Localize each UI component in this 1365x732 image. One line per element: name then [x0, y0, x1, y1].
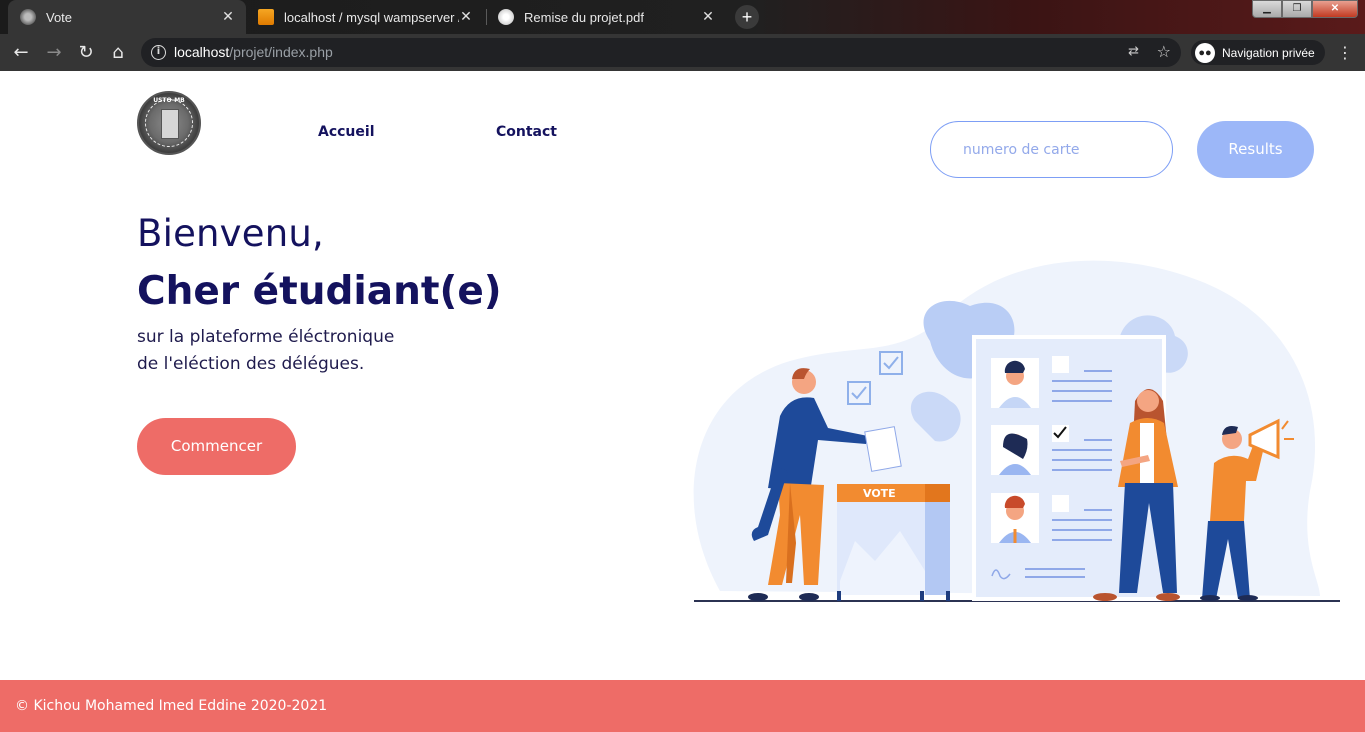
university-logo[interactable]: USTO-MB: [137, 91, 201, 155]
hero-line-1: sur la plateforme éléctronique: [137, 327, 395, 347]
incognito-icon: ●●: [1195, 42, 1215, 63]
tab-phpmyadmin[interactable]: localhost / mysql wampserver / in ✕: [246, 0, 484, 34]
url-text[interactable]: localhost/projet/index.php: [174, 44, 333, 60]
url-path: /projet/index.php: [229, 44, 333, 60]
home-icon[interactable]: ⌂: [106, 41, 130, 65]
url-host: localhost: [174, 44, 230, 60]
hero-line-2: de l'eléction des délégues.: [137, 354, 365, 374]
incognito-badge[interactable]: ●● Navigation privée: [1191, 40, 1325, 65]
tab-title: Vote: [46, 9, 73, 25]
tab-title: localhost / mysql wampserver / in: [284, 9, 459, 25]
start-button[interactable]: Commencer: [137, 418, 296, 475]
browser-menu-icon[interactable]: ⋮: [1337, 41, 1353, 65]
globe-icon: [498, 9, 514, 25]
forward-arrow-icon[interactable]: →: [42, 41, 66, 65]
footer-copyright: © Kichou Mohamed Imed Eddine 2020-2021: [15, 698, 328, 714]
tab-remise-pdf[interactable]: Remise du projet.pdf ✕: [486, 0, 726, 34]
new-tab-button[interactable]: +: [735, 5, 759, 29]
nav-contact[interactable]: Contact: [496, 124, 557, 140]
ballot-box-label: VOTE: [863, 487, 896, 500]
back-arrow-icon[interactable]: ←: [9, 41, 33, 65]
close-icon[interactable]: ✕: [220, 8, 236, 24]
close-window-button[interactable]: ✕: [1312, 0, 1358, 18]
tab-title: Remise du projet.pdf: [524, 9, 644, 25]
browser-tabstrip: Vote ✕ localhost / mysql wampserver / in…: [0, 0, 1365, 34]
election-illustration: VOTE: [693, 260, 1340, 602]
hero-headline: Cher étudiant(e): [137, 269, 502, 314]
reload-icon[interactable]: ↻: [74, 41, 98, 65]
logo-building: [161, 109, 179, 139]
logo-text: USTO-MB: [153, 97, 185, 104]
tab-vote[interactable]: Vote ✕: [8, 0, 246, 34]
incognito-label: Navigation privée: [1222, 45, 1315, 60]
browser-toolbar: ← → ↻ ⌂ i localhost/projet/index.php ⇄ ☆…: [0, 34, 1365, 71]
site-info-icon[interactable]: i: [151, 45, 166, 60]
card-number-input[interactable]: [930, 121, 1173, 178]
page-content: USTO-MB Accueil Contact Results Bienvenu…: [0, 71, 1365, 680]
nav-accueil[interactable]: Accueil: [318, 124, 375, 140]
minimize-button[interactable]: ▁: [1252, 0, 1282, 18]
bookmark-star-icon[interactable]: ☆: [1157, 42, 1171, 61]
phpmyadmin-icon: [258, 9, 274, 25]
globe-grey-icon: [20, 9, 36, 25]
window-controls: ▁ ❐ ✕: [1252, 0, 1358, 18]
maximize-button[interactable]: ❐: [1282, 0, 1312, 18]
close-icon[interactable]: ✕: [458, 8, 474, 24]
translate-icon[interactable]: ⇄: [1128, 44, 1139, 59]
results-button[interactable]: Results: [1197, 121, 1314, 178]
site-footer: © Kichou Mohamed Imed Eddine 2020-2021: [0, 680, 1365, 732]
close-icon[interactable]: ✕: [700, 8, 716, 24]
address-bar[interactable]: i localhost/projet/index.php ⇄ ☆: [141, 38, 1181, 67]
greeting-text: Bienvenu,: [137, 212, 324, 255]
